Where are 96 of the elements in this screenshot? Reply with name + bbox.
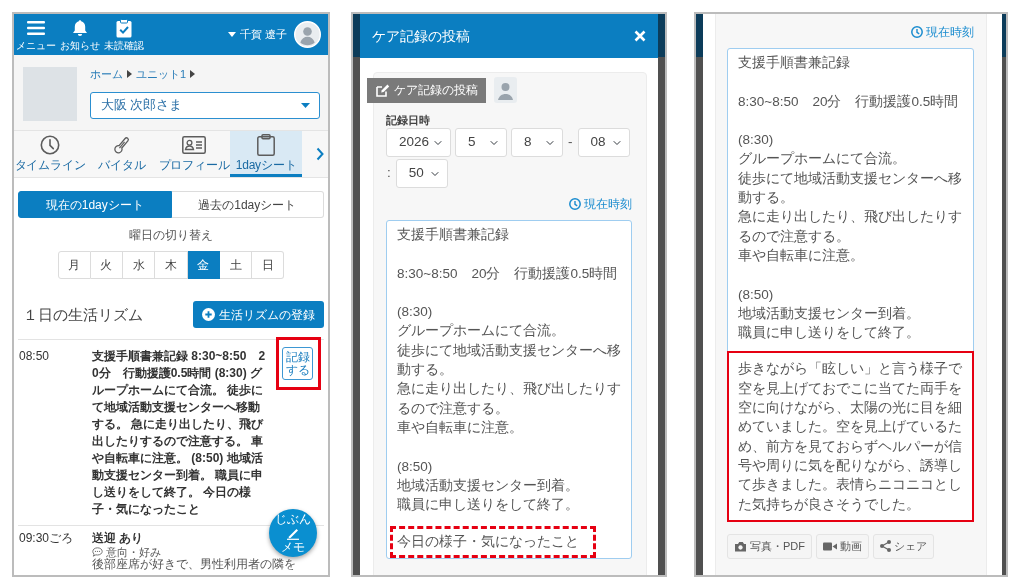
text-line: (8:30) [397, 303, 434, 322]
text-line: 支援手順書兼記録 [397, 226, 510, 244]
text-line: 徒歩にて地域活動支援センターへ移動する。 [397, 341, 621, 380]
text-line: 8:30~8:50 20分 行動援護0.5時間 [738, 92, 960, 111]
text-line: 職員に申し送りをして終了。 [397, 496, 580, 515]
datetime-select[interactable]: 5 [455, 128, 507, 157]
clock-icon [569, 198, 581, 210]
modal-title: ケア記録の投稿 [372, 26, 470, 46]
text-line: グループホームにて合流。 [738, 150, 907, 169]
record-button[interactable]: 記録する [282, 347, 313, 380]
text-line: 支援手順書兼記録 [738, 54, 851, 72]
weekday-button[interactable]: 金 [187, 251, 220, 279]
bell-icon [72, 19, 88, 37]
textarea-field[interactable]: 支援手順書兼記録 8:30~8:50 20分 行動援護0.5時間 (8:30) グループホームにて合流。 徒歩にて地域活動支援センターへ移動する。 急に走り出したり、飛び出したりするので注意する。 車や自転車に注意。 (8:50) 地域活動支援センター到着。 職員に申し送りをして終了。 今日の様子・気になったこと [386, 220, 632, 559]
avatar-placeholder [294, 21, 321, 48]
breadcrumb-link[interactable]: ホーム [90, 67, 123, 81]
camera-icon [734, 540, 747, 552]
text-line: 急に走り出したり、飛び出したりするので注意する。 [738, 208, 963, 246]
photo-pdf-button[interactable]: 写真・PDF [727, 533, 812, 559]
resident-select[interactable]: 大阪 次郎さま [90, 92, 320, 119]
close-button[interactable] [634, 30, 646, 42]
menu-button[interactable]: メニュー [14, 18, 58, 51]
unread-check-button[interactable]: 未読確認 [102, 18, 146, 51]
highlighted-note: 今日の様子・気になったこと [390, 526, 596, 558]
tab[interactable]: タイムライン [14, 131, 86, 177]
schedule-text: 支援手順書兼記録 8:30~8:50 20分 行動援護0.5時間 (8:30) グループホームにて合流。 徒歩にて地域活動支援センターへ移動する。 急に走り出したり、飛び出したりするので注意する。 車や自転車に注意。 (8:50) 地域活動支援センター到着。 職員に申し送りをして終了。 今日の様子・気になったこと [92, 348, 266, 518]
text-line: 車や自転車に注意。 [397, 418, 524, 437]
close-icon [634, 30, 646, 42]
clock-icon [911, 26, 923, 38]
field-label: 記録日時 [386, 114, 430, 126]
tab[interactable]: プロフィール [158, 131, 230, 177]
edit-icon [375, 83, 390, 97]
caret-down-icon [301, 103, 310, 108]
caret-down-icon [227, 32, 236, 37]
text-line: (8:50) [397, 457, 434, 476]
chevron-right-icon[interactable] [316, 147, 324, 161]
weekday-button[interactable]: 木 [155, 251, 188, 279]
clipboard-icon [257, 134, 275, 156]
datetime-select[interactable]: 08 [577, 128, 630, 157]
schedule-text: 送迎 あり [92, 530, 145, 546]
text-line: (8:50) [738, 285, 775, 304]
photo-placeholder [23, 67, 77, 121]
share-icon [880, 540, 891, 553]
notifications-button[interactable]: お知らせ [58, 18, 102, 51]
tab[interactable]: 1dayシート [230, 131, 302, 177]
weekday-button[interactable]: 土 [219, 251, 253, 279]
text-line: 地域活動支援センター到着。 [397, 476, 580, 495]
speech-bubble-icon [92, 547, 103, 557]
user-menu-button[interactable]: 千賀 遼子 [227, 28, 287, 41]
time-text: 08:50 [18, 348, 51, 365]
breadcrumb-link[interactable]: ユニット1 [136, 67, 187, 81]
text-line: 徒歩にて地域活動支援センターへ移動する。 [738, 169, 963, 208]
time-text: 09:30ごろ [18, 530, 75, 547]
separator-text: - [568, 133, 573, 152]
weekday-button[interactable]: 水 [123, 251, 156, 279]
datetime-select[interactable]: 8 [511, 128, 563, 157]
thermometer-icon [112, 135, 132, 155]
menu-icon [27, 21, 45, 35]
caret-right-icon [190, 70, 196, 78]
text-line: 急に走り出したり、飛び出したりするので注意する。 [397, 380, 621, 418]
caret-right-icon [127, 70, 132, 78]
text-line: (8:30) [738, 131, 775, 150]
text-line: 職員に申し送りをして終了。 [738, 324, 921, 343]
video-camera-icon [823, 541, 837, 551]
weekday-title: 曜日の切り替え [128, 227, 214, 243]
weekday-button[interactable]: 火 [90, 251, 124, 279]
current-time-link[interactable]: 現在時刻 [911, 25, 974, 39]
weekday-button[interactable]: 日 [252, 251, 285, 279]
avatar-placeholder [494, 77, 517, 103]
weekday-button[interactable]: 月 [57, 251, 91, 279]
text-line: 8:30~8:50 20分 行動援護0.5時間 [397, 264, 619, 283]
tab[interactable]: バイタル [86, 131, 158, 177]
text-line: グループホームにて合流。 [397, 322, 566, 341]
clipboard-check-icon [116, 18, 132, 38]
text-line: 車や自転車に注意。 [738, 246, 865, 265]
segment-button[interactable]: 現在の1dayシート [18, 191, 172, 218]
section-title: １日の生活リズム [23, 305, 143, 324]
datetime-select[interactable]: 50 [395, 159, 448, 188]
clock-icon [40, 135, 60, 155]
datetime-select[interactable]: 2026 [386, 128, 451, 157]
video-button[interactable]: 動画 [816, 533, 869, 559]
text-line: 地域活動支援センター到着。 [738, 304, 921, 323]
id-card-icon [182, 136, 206, 154]
current-time-link[interactable]: 現在時刻 [569, 197, 632, 211]
separator-text: : [387, 164, 391, 183]
plus-circle-icon [202, 308, 215, 321]
post-tab[interactable]: ケア記録の投稿 [367, 77, 486, 103]
share-button[interactable]: シェア [873, 533, 934, 559]
pencil-icon [286, 526, 300, 540]
segment-button[interactable]: 過去の1dayシート [171, 191, 324, 218]
add-rhythm-button[interactable]: 生活リズムの登録 [193, 301, 324, 328]
memo-button[interactable]: じぶん メモ [269, 509, 317, 557]
highlighted-note: 歩きながら「眩しい」と言う様子で空を見上げておでこに当てた両手を空に向けながら、太陽の光に目を細めていました。空を見上げているため、前方を見ておらずヘルパーが信号や周りに気を配りながら、誘導して歩きました。表情らニコニコとした気持ちが良さそうでした。 [727, 351, 974, 522]
note-label: 意向・好み [106, 546, 161, 558]
textarea-field[interactable] [727, 48, 974, 522]
note-text: 後部座席が好きで、男性利用者の隣を [92, 558, 296, 571]
